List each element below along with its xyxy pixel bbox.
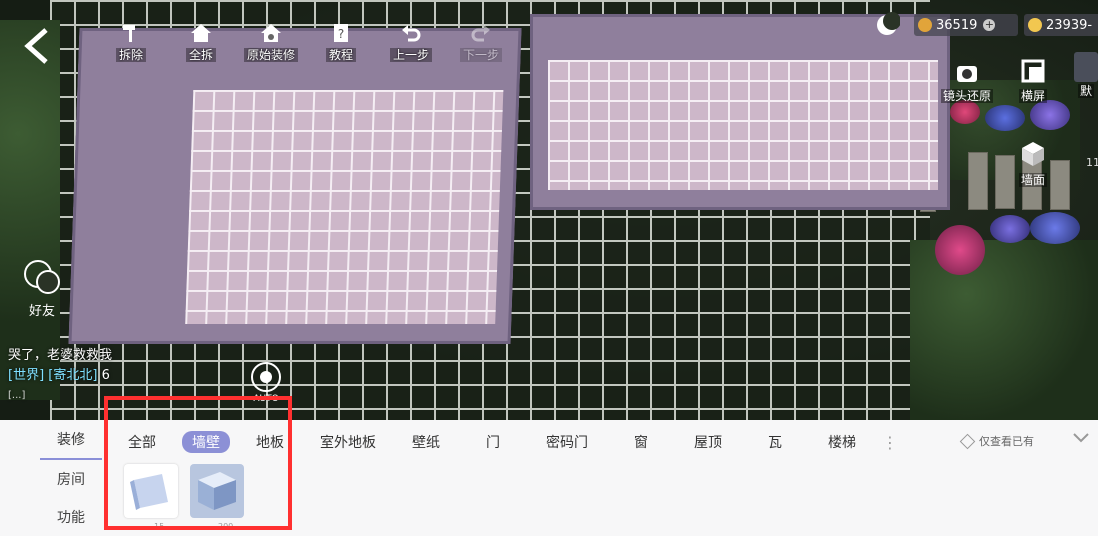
house-demolish-icon bbox=[191, 24, 211, 42]
friends-button[interactable]: 好友 bbox=[20, 258, 64, 319]
svg-text:?: ? bbox=[338, 27, 344, 41]
auto-button[interactable]: AUTO bbox=[248, 360, 284, 404]
toolbar-label: 拆除 bbox=[115, 48, 146, 62]
tab-password-door[interactable]: 密码门 bbox=[528, 432, 606, 452]
chat-box[interactable]: 哭了，老婆救救我 [世界] [寄北北] 6 [...] bbox=[8, 346, 112, 406]
chat-partial: [...] bbox=[8, 390, 26, 401]
toolbar-label: 原始装修 bbox=[244, 48, 299, 62]
tab-stairs[interactable]: 楼梯 bbox=[810, 432, 874, 452]
landscape-button[interactable]: 横屏 bbox=[1004, 58, 1062, 104]
diamond-outline-icon bbox=[959, 433, 976, 449]
friends-label: 好友 bbox=[28, 304, 55, 319]
camera-reset-icon bbox=[957, 66, 977, 82]
chat-meta: [世界] [寄北北] 6 bbox=[8, 366, 112, 386]
stepping-stone bbox=[968, 152, 988, 210]
side-nav-decorate[interactable]: 装修 bbox=[40, 420, 102, 460]
toolbar-label: 全拆 bbox=[185, 48, 216, 62]
build-panel: 装修 房间 功能 全部 墙壁 地板 室外地板 壁纸 门 密码门 窗 屋顶 瓦 楼… bbox=[0, 420, 1098, 536]
hedge bbox=[910, 240, 1098, 420]
side-number: 11 bbox=[1086, 156, 1098, 169]
camera-reset-button[interactable]: 镜头还原 bbox=[938, 62, 996, 104]
toolbar-tutorial-button[interactable]: ? 教程 bbox=[314, 22, 368, 63]
gold-coin-icon bbox=[918, 18, 932, 32]
more-tabs-icon[interactable]: ⋮ bbox=[874, 433, 906, 452]
auto-chat-icon bbox=[251, 362, 281, 392]
chat-user: [寄北北] bbox=[48, 368, 98, 383]
hedge bbox=[0, 20, 60, 400]
toolbar-demolish-all-button[interactable]: 全拆 bbox=[174, 22, 228, 63]
room-floor[interactable] bbox=[548, 60, 938, 190]
flower bbox=[935, 225, 985, 275]
flower bbox=[990, 215, 1030, 243]
room-floor[interactable] bbox=[185, 90, 504, 324]
tab-roof[interactable]: 屋顶 bbox=[676, 432, 740, 452]
diamond-amount: 23939- bbox=[1046, 17, 1093, 33]
gold-amount: 36519 bbox=[936, 17, 978, 33]
tab-tile[interactable]: 瓦 bbox=[740, 432, 810, 452]
toolbar-label: 下一步 bbox=[459, 48, 502, 62]
owned-only-label: 仅查看已有 bbox=[979, 435, 1034, 448]
category-tabs: 全部 墙壁 地板 室外地板 壁纸 门 密码门 窗 屋顶 瓦 楼梯 ⋮ bbox=[110, 428, 906, 456]
flower bbox=[1030, 100, 1070, 130]
redo-icon bbox=[471, 25, 490, 42]
chat-count: 6 bbox=[101, 368, 110, 383]
default-label: 默 bbox=[1077, 84, 1094, 98]
tab-floor[interactable]: 地板 bbox=[238, 432, 302, 452]
item-price: 15 bbox=[154, 522, 165, 531]
toolbar-label: 上一步 bbox=[389, 48, 432, 62]
item-price: 200 bbox=[218, 522, 234, 531]
owned-only-filter[interactable]: 仅查看已有 bbox=[959, 433, 1034, 449]
wall-box-icon bbox=[198, 472, 236, 510]
side-nav: 装修 房间 功能 bbox=[40, 420, 102, 536]
chat-bubbles-icon bbox=[24, 260, 60, 294]
wall-item[interactable] bbox=[124, 464, 178, 518]
toolbar-original-decor-button[interactable]: 原始装修 bbox=[244, 22, 299, 63]
toolbar-redo-button[interactable]: 下一步 bbox=[454, 22, 508, 63]
chevron-down-icon bbox=[1073, 433, 1089, 443]
auto-label: AUTO bbox=[253, 394, 279, 404]
back-button[interactable] bbox=[20, 26, 54, 66]
side-nav-room[interactable]: 房间 bbox=[40, 460, 102, 498]
toolbar-demolish-button[interactable]: 拆除 bbox=[104, 22, 158, 63]
moon-icon bbox=[877, 12, 901, 35]
tutorial-book-icon: ? bbox=[334, 24, 348, 42]
wall-view-button[interactable]: 墙面 bbox=[1004, 140, 1062, 188]
wall-panel-icon bbox=[130, 474, 168, 510]
house-restore-icon bbox=[261, 24, 281, 42]
landscape-label: 横屏 bbox=[1018, 89, 1047, 103]
diamond-currency: 23939- bbox=[1024, 14, 1098, 36]
tab-door[interactable]: 门 bbox=[458, 432, 528, 452]
toolbar-label: 教程 bbox=[325, 48, 356, 62]
chat-channel: [世界] bbox=[8, 368, 45, 383]
tab-wallpaper[interactable]: 壁纸 bbox=[394, 432, 458, 452]
add-gold-button[interactable]: + bbox=[983, 19, 996, 31]
chat-message: 哭了，老婆救救我 bbox=[8, 348, 113, 363]
diamond-coin-icon bbox=[1028, 18, 1042, 32]
camera-reset-label: 镜头还原 bbox=[940, 89, 993, 103]
tab-outdoor-floor[interactable]: 室外地板 bbox=[302, 432, 394, 452]
default-button[interactable]: 默 bbox=[1074, 52, 1098, 99]
flower bbox=[985, 105, 1025, 131]
chevron-left-icon bbox=[24, 28, 48, 64]
game-scene[interactable]: 拆除 全拆 原始装修 ? 教程 上一步 下一步 36519 + 23939- 镜… bbox=[0, 0, 1098, 420]
side-nav-function[interactable]: 功能 bbox=[40, 498, 102, 536]
hammer-icon bbox=[123, 25, 135, 42]
expand-panel-button[interactable] bbox=[1072, 430, 1090, 449]
tab-wall[interactable]: 墙壁 bbox=[182, 431, 230, 453]
toolbar-undo-button[interactable]: 上一步 bbox=[384, 22, 438, 63]
tab-all[interactable]: 全部 bbox=[110, 432, 174, 452]
flower bbox=[1030, 212, 1080, 244]
day-night-button[interactable] bbox=[874, 12, 901, 38]
cube-icon bbox=[1022, 142, 1044, 166]
tab-window[interactable]: 窗 bbox=[606, 432, 676, 452]
room-left[interactable] bbox=[68, 28, 522, 344]
undo-icon bbox=[402, 25, 421, 42]
wall-item[interactable] bbox=[190, 464, 244, 518]
gold-currency: 36519 + bbox=[914, 14, 1018, 36]
default-icon bbox=[1074, 52, 1098, 82]
screen-rotate-icon bbox=[1021, 59, 1045, 83]
room-right[interactable] bbox=[530, 14, 950, 210]
wall-view-label: 墙面 bbox=[1018, 173, 1047, 187]
